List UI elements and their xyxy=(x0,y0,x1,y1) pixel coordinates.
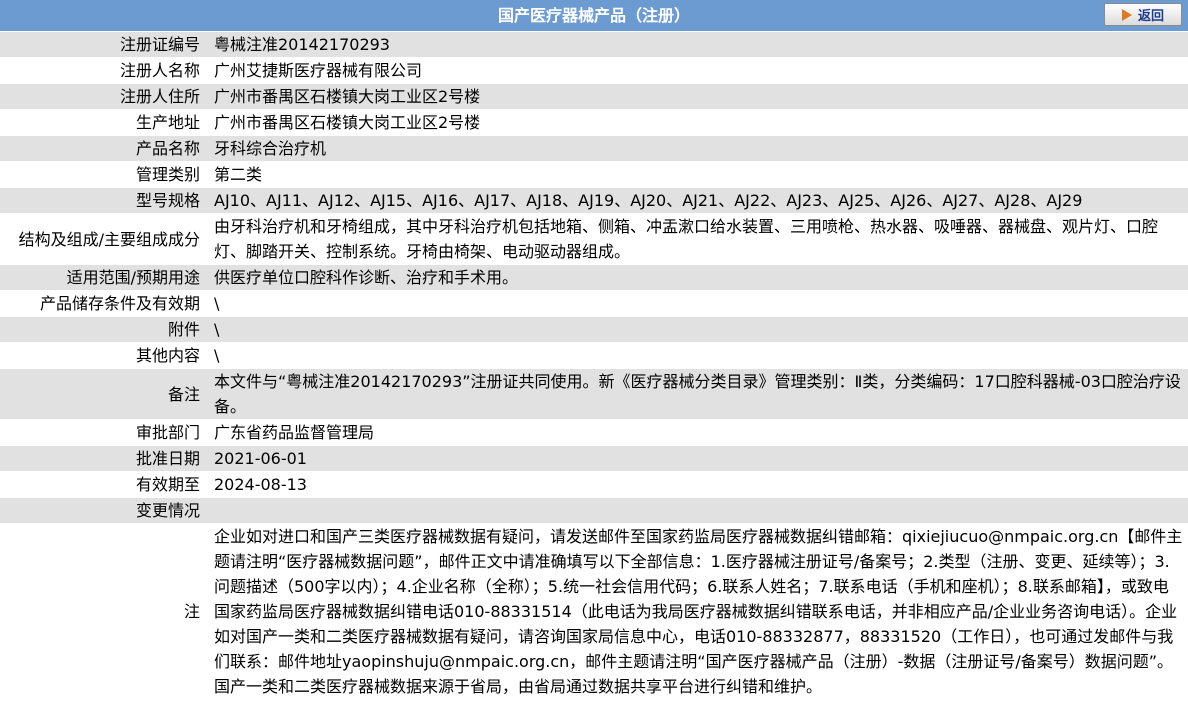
table-row: 审批部门 广东省药品监督管理局 xyxy=(0,419,1188,446)
field-value: 广州艾捷斯医疗器械有限公司 xyxy=(204,57,1188,84)
field-value: 牙科综合治疗机 xyxy=(204,135,1188,162)
field-label: 适用范围/预期用途 xyxy=(0,264,204,291)
field-value: 广州市番禺区石楼镇大岗工业区2号楼 xyxy=(204,109,1188,136)
table-row: 附件 \ xyxy=(0,316,1188,343)
table-row: 注 企业如对进口和国产三类医疗器械数据有疑问，请发送邮件至国家药监局医疗器械数据… xyxy=(0,523,1188,700)
field-value: \ xyxy=(204,316,1188,343)
detail-table: 注册证编号 粤械注准20142170293 注册人名称 广州艾捷斯医疗器械有限公… xyxy=(0,32,1188,700)
back-button[interactable]: 返回 xyxy=(1104,3,1182,26)
field-label: 注册人住所 xyxy=(0,83,204,110)
field-value: AJ10、AJ11、AJ12、AJ15、AJ16、AJ17、AJ18、AJ19、… xyxy=(204,187,1188,214)
field-value: 本文件与“粤械注准20142170293”注册证共同使用。新《医疗器械分类目录》… xyxy=(204,368,1188,420)
page-title: 国产医疗器械产品（注册） xyxy=(497,6,690,25)
table-row: 备注 本文件与“粤械注准20142170293”注册证共同使用。新《医疗器械分类… xyxy=(0,368,1188,420)
field-label: 有效期至 xyxy=(0,471,204,498)
field-label: 审批部门 xyxy=(0,419,204,446)
table-row: 管理类别 第二类 xyxy=(0,161,1188,188)
page-header: 国产医疗器械产品（注册） 返回 xyxy=(0,0,1188,32)
field-label: 备注 xyxy=(0,368,204,420)
table-row: 其他内容 \ xyxy=(0,342,1188,369)
field-label: 结构及组成/主要组成成分 xyxy=(0,213,204,265)
table-row: 生产地址 广州市番禺区石楼镇大岗工业区2号楼 xyxy=(0,109,1188,136)
field-value: 2021-06-01 xyxy=(204,445,1188,472)
field-label: 管理类别 xyxy=(0,161,204,188)
arrow-right-icon xyxy=(1121,8,1132,21)
table-row: 适用范围/预期用途 供医疗单位口腔科作诊断、治疗和手术用。 xyxy=(0,264,1188,291)
field-value xyxy=(204,497,1188,524)
field-label: 注册证编号 xyxy=(0,32,204,58)
field-value: \ xyxy=(204,290,1188,317)
field-label: 注册人名称 xyxy=(0,57,204,84)
field-label: 产品名称 xyxy=(0,135,204,162)
table-row: 变更情况 xyxy=(0,497,1188,524)
table-row: 注册证编号 粤械注准20142170293 xyxy=(0,32,1188,58)
field-label: 注 xyxy=(0,523,204,700)
field-label: 变更情况 xyxy=(0,497,204,524)
field-value: 广州市番禺区石楼镇大岗工业区2号楼 xyxy=(204,83,1188,110)
field-value: 供医疗单位口腔科作诊断、治疗和手术用。 xyxy=(204,264,1188,291)
field-label: 附件 xyxy=(0,316,204,343)
field-label: 型号规格 xyxy=(0,187,204,214)
field-value: 第二类 xyxy=(204,161,1188,188)
table-row: 产品储存条件及有效期 \ xyxy=(0,290,1188,317)
table-row: 注册人名称 广州艾捷斯医疗器械有限公司 xyxy=(0,57,1188,84)
field-value: 由牙科治疗机和牙椅组成，其中牙科治疗机包括地箱、侧箱、冲盂漱口给水装置、三用喷枪… xyxy=(204,213,1188,265)
field-value: 企业如对进口和国产三类医疗器械数据有疑问，请发送邮件至国家药监局医疗器械数据纠错… xyxy=(204,523,1188,700)
field-label: 产品储存条件及有效期 xyxy=(0,290,204,317)
field-label: 其他内容 xyxy=(0,342,204,369)
table-row: 产品名称 牙科综合治疗机 xyxy=(0,135,1188,162)
table-row: 结构及组成/主要组成成分 由牙科治疗机和牙椅组成，其中牙科治疗机包括地箱、侧箱、… xyxy=(0,213,1188,265)
field-value: \ xyxy=(204,342,1188,369)
field-value: 粤械注准20142170293 xyxy=(204,32,1188,58)
field-label: 生产地址 xyxy=(0,109,204,136)
back-button-label: 返回 xyxy=(1137,9,1164,24)
table-row: 注册人住所 广州市番禺区石楼镇大岗工业区2号楼 xyxy=(0,83,1188,110)
field-value: 2024-08-13 xyxy=(204,471,1188,498)
field-value: 广东省药品监督管理局 xyxy=(204,419,1188,446)
table-row: 有效期至 2024-08-13 xyxy=(0,471,1188,498)
table-row: 型号规格 AJ10、AJ11、AJ12、AJ15、AJ16、AJ17、AJ18、… xyxy=(0,187,1188,214)
field-label: 批准日期 xyxy=(0,445,204,472)
table-row: 批准日期 2021-06-01 xyxy=(0,445,1188,472)
